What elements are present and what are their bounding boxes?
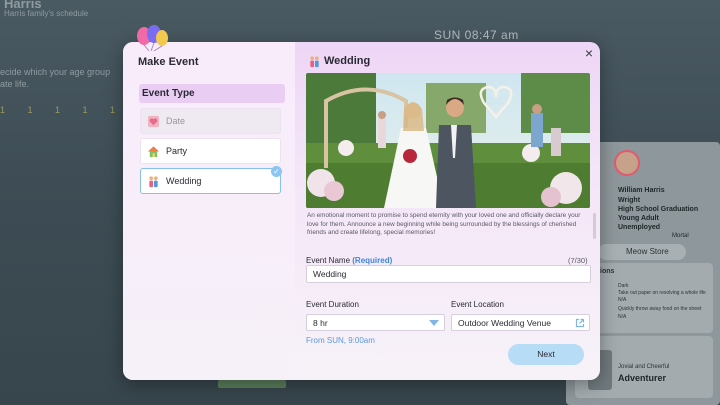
balloons-icon (137, 25, 168, 51)
event-type-label: Wedding (166, 176, 202, 186)
bg-text-line: ecide which your age group (0, 67, 111, 77)
house-icon (147, 145, 160, 157)
bg-text-line: ate life. (0, 79, 30, 89)
event-location-label: Event Location (451, 300, 504, 309)
bg-card-item: Dark (618, 283, 629, 289)
chevron-down-icon (429, 320, 439, 326)
bg-clock: SUN 08:47 am (434, 28, 519, 42)
bg-profile-line: High School Graduation (618, 206, 699, 213)
bg-household-subtitle: Harris family's schedule (4, 9, 89, 18)
event-name-label-text: Event Name (306, 256, 351, 265)
bg-profile-note: Mortal (672, 233, 689, 239)
event-name-label: Event Name (Required) (306, 256, 392, 265)
bg-card-section: ions (600, 268, 615, 275)
dialog-title: Make Event (138, 56, 199, 68)
avatar (614, 150, 640, 176)
event-type-pane: Make Event Event Type Date Party Wedding… (123, 42, 295, 380)
bg-bar (218, 380, 286, 388)
bg-store-button: Meow Store (598, 244, 686, 260)
bg-dots: 1 1 1 1 1 (0, 105, 126, 115)
event-detail-title: Wedding (324, 55, 371, 67)
event-type-heading: Event Type (139, 84, 285, 103)
bg-profile-line: Unemployed (618, 224, 661, 231)
check-icon: ✓ (271, 166, 282, 177)
event-type-label: Party (166, 146, 188, 156)
bg-profile-line: Young Adult (618, 215, 659, 222)
event-start-note: From SUN, 9:00am (306, 336, 375, 345)
bg-card-item: N/A (618, 314, 627, 320)
event-type-party[interactable]: Party (140, 138, 281, 164)
external-link-icon[interactable] (575, 318, 585, 328)
event-type-date[interactable]: Date (140, 108, 281, 134)
couple-icon (310, 56, 319, 68)
event-duration-select[interactable]: 8 hr (306, 314, 445, 331)
heart-icon (147, 115, 160, 127)
event-type-wedding[interactable]: Wedding ✓ (140, 166, 282, 194)
event-type-label: Date (166, 116, 186, 126)
bg-profile-name: William Harris (618, 187, 665, 194)
bg-card-item: Quickly throw away food on the street (618, 306, 702, 312)
make-event-dialog: Make Event Event Type Date Party Wedding… (123, 42, 600, 380)
event-name-counter: (7/30) (568, 256, 588, 265)
bg-card-item: Take out paper on resolving a whole life (618, 290, 706, 296)
bg-card-title: Adventurer (618, 373, 667, 383)
close-button[interactable]: × (582, 46, 596, 60)
next-button[interactable]: Next (508, 344, 584, 365)
required-badge: (Required) (352, 256, 393, 265)
bg-card-subtitle: Jovial and Cheerful (618, 364, 670, 370)
event-duration-label: Event Duration (306, 300, 359, 309)
event-location-field[interactable]: Outdoor Wedding Venue (451, 314, 590, 331)
couple-icon (149, 175, 158, 187)
bg-profile-line: Wright (618, 197, 641, 204)
event-name-input[interactable]: Wedding (306, 265, 591, 283)
event-location-value: Outdoor Wedding Venue (458, 318, 551, 328)
event-duration-value: 8 hr (313, 318, 328, 328)
bg-card-item: N/A (618, 297, 627, 303)
wedding-photo (306, 73, 590, 208)
description-scrollbar[interactable] (593, 213, 596, 239)
event-description: An emotional moment to promise to spend … (307, 212, 581, 237)
